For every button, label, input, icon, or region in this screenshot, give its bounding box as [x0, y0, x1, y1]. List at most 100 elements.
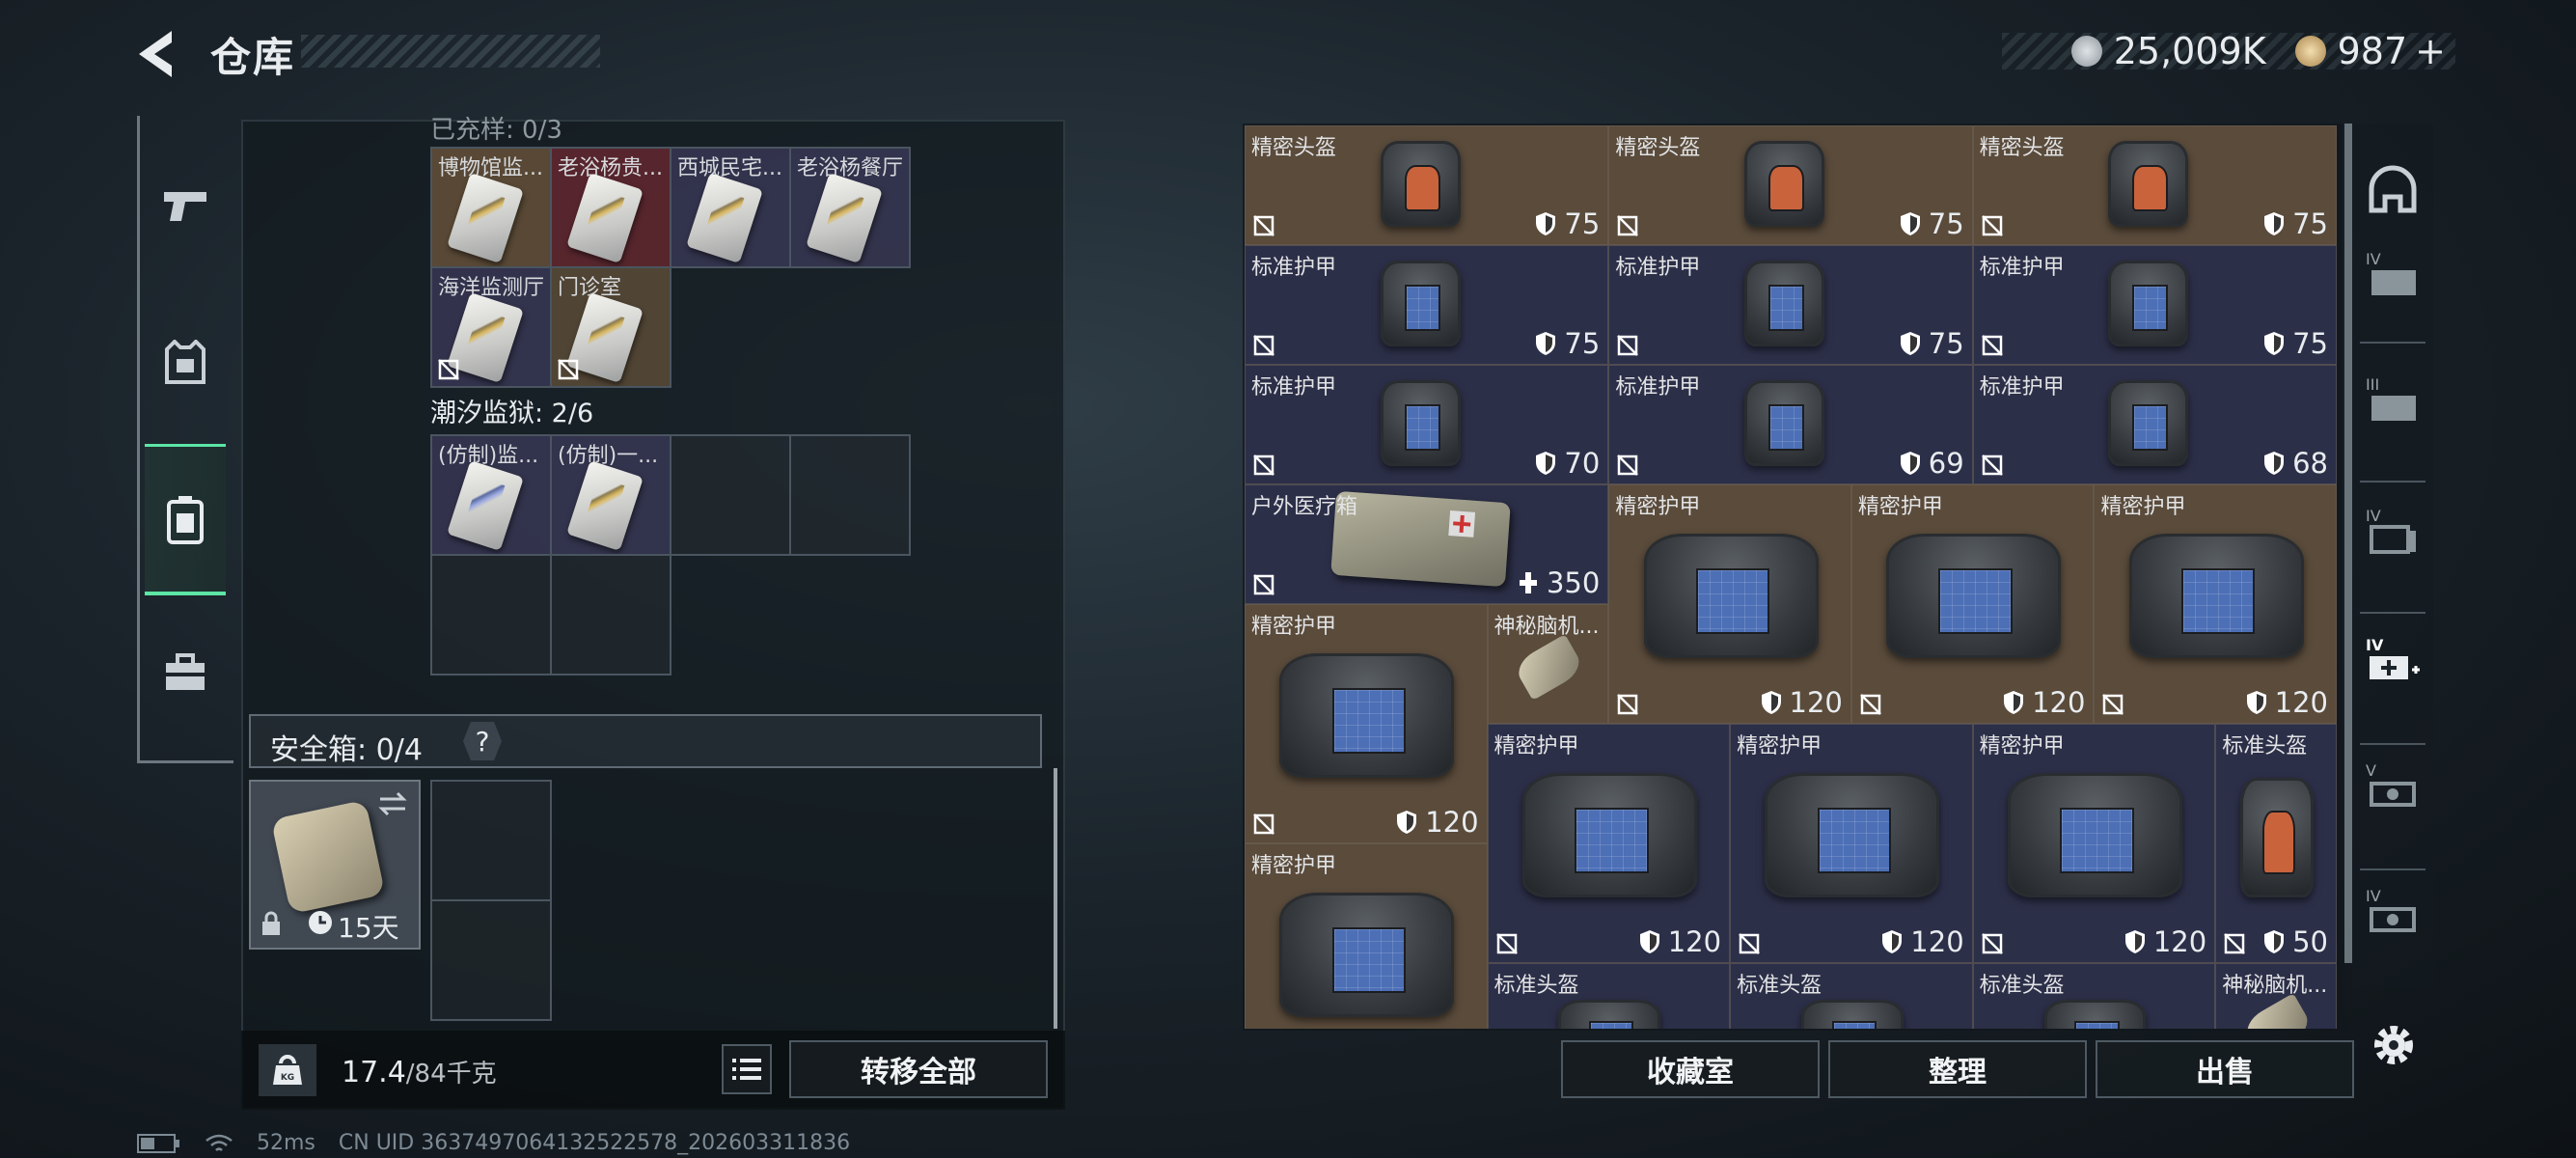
keycard-slot[interactable]: (仿制)一... — [550, 434, 671, 556]
collection-room-button[interactable]: 收藏室 — [1561, 1040, 1820, 1098]
stash-item[interactable]: 精密护甲 120 — [1850, 484, 2095, 724]
armor-tier3-icon[interactable]: III — [2366, 374, 2420, 428]
helmet-image — [1548, 1000, 1671, 1029]
no-drop-icon — [1253, 813, 1274, 835]
item-name: 精密头盔 — [1615, 136, 1701, 160]
durability-value: 120 — [1910, 925, 1964, 958]
tab-weapons[interactable] — [145, 133, 226, 278]
keycard-slot[interactable]: 老浴杨贵... — [550, 147, 671, 268]
durability-value: 75 — [2292, 327, 2328, 360]
item-name: 精密头盔 — [1251, 136, 1337, 160]
settings-gear-icon[interactable] — [2370, 1021, 2418, 1069]
keycard-slot[interactable]: 老浴杨餐厅 — [789, 147, 911, 268]
neuro-device-image — [1512, 634, 1586, 702]
helmet-category-icon[interactable] — [2366, 164, 2420, 218]
stash-item[interactable]: 神秘脑机... — [1487, 604, 1609, 724]
stash-scrollbar[interactable] — [2344, 124, 2352, 963]
stash-item[interactable]: 精密护甲 120 — [1245, 604, 1488, 843]
health-plus-icon — [1519, 572, 1537, 593]
empty-slot[interactable] — [550, 554, 671, 676]
stash-item[interactable]: 标准护甲 75 — [1972, 245, 2337, 365]
add-currency-button[interactable]: + — [2415, 30, 2446, 72]
safebox-slot[interactable] — [430, 899, 552, 1021]
stash-item[interactable]: 标准护甲 70 — [1245, 365, 1609, 484]
tab-tools[interactable] — [145, 600, 226, 745]
safebox-item[interactable]: 15天 — [249, 780, 421, 950]
durability-value: 120 — [1789, 686, 1843, 719]
armor-image — [1372, 260, 1468, 347]
stash-item[interactable]: 标准护甲 68 — [1972, 365, 2337, 484]
keycard-slot[interactable]: 门诊室 — [550, 266, 671, 388]
shield-icon — [1761, 691, 1781, 714]
item-tier5-icon[interactable]: V — [2366, 760, 2420, 814]
stash-item[interactable]: 标准头盔 — [1487, 963, 1731, 1029]
durability-value: 120 — [2274, 686, 2328, 719]
empty-slot[interactable] — [789, 434, 911, 556]
weight-icon-box: KG — [259, 1044, 316, 1096]
sell-button[interactable]: 出售 — [2096, 1040, 2354, 1098]
help-button[interactable]: ? — [463, 722, 502, 760]
stash-item[interactable]: 精密护甲 120 — [1972, 724, 2216, 963]
armor-image — [1736, 260, 1833, 347]
swap-icon[interactable] — [376, 789, 409, 818]
rig-tier4-icon[interactable]: IV — [2366, 506, 2420, 560]
svg-text:IV: IV — [2366, 250, 2381, 268]
shield-icon — [1900, 452, 1920, 475]
item-durability: 70 — [1535, 447, 1600, 480]
medical-tier4-icon[interactable]: IV — [2366, 635, 2420, 689]
stash-item[interactable]: 神秘脑机... — [2215, 963, 2337, 1029]
stash-item[interactable]: 精密护甲 120 — [2094, 484, 2337, 724]
stash-item[interactable]: 精密头盔 75 — [1245, 125, 1609, 245]
item-tier4-icon[interactable]: IV — [2366, 886, 2420, 940]
stash-item[interactable]: 精密头盔 75 — [1972, 125, 2337, 245]
stash-item[interactable]: 精密护甲 120 — [1487, 724, 1731, 963]
vest-icon — [165, 340, 206, 384]
pistol-icon — [164, 192, 206, 221]
keycard-slot[interactable]: (仿制)监... — [430, 434, 552, 556]
item-durability: 350 — [1518, 566, 1600, 599]
no-drop-icon — [1981, 455, 2003, 476]
keycard-slot[interactable]: 海洋监测厅 — [430, 266, 552, 388]
item-durability: 120 — [1761, 686, 1843, 719]
item-name: 户外医疗箱 — [1251, 495, 1358, 519]
stash-item[interactable]: 精密护甲 120 — [1730, 724, 1973, 963]
shield-icon — [2264, 452, 2285, 475]
stash-item[interactable]: 精密护甲 120 — [1608, 484, 1851, 724]
back-arrow-icon[interactable] — [133, 27, 181, 81]
durability-value: 120 — [2032, 686, 2086, 719]
tab-backpack[interactable] — [145, 444, 226, 595]
durability-value: 69 — [1928, 447, 1964, 480]
empty-slot[interactable] — [430, 554, 552, 676]
tab-equipment[interactable] — [145, 290, 226, 434]
stash-item[interactable]: 标准护甲 69 — [1608, 365, 1973, 484]
transfer-all-button[interactable]: 转移全部 — [789, 1040, 1048, 1098]
category-sidebar: IV III IV IV V IV — [2352, 124, 2433, 988]
stash-item[interactable]: 户外医疗箱 350 — [1245, 484, 1609, 604]
page-title: 仓库 — [210, 34, 296, 81]
item-name: 精密护甲 — [1615, 495, 1701, 519]
keycard-label: 老浴杨贵... — [558, 156, 663, 180]
no-drop-icon — [2102, 694, 2124, 715]
stash-item[interactable]: 标准头盔 — [1730, 963, 1973, 1029]
stash-item[interactable]: 标准头盔 50 — [2215, 724, 2337, 963]
stash-item[interactable]: 标准护甲 75 — [1608, 245, 1973, 365]
keycard-slot[interactable]: 博物馆监... — [430, 147, 552, 268]
stash-item[interactable]: 标准头盔 — [1972, 963, 2216, 1029]
no-drop-icon — [1981, 215, 2003, 236]
list-view-button[interactable] — [722, 1044, 772, 1094]
stash-item[interactable]: 精密护甲 — [1245, 843, 1488, 1029]
scrollbar[interactable] — [1054, 768, 1057, 1029]
stash-item[interactable]: 精密头盔 75 — [1608, 125, 1973, 245]
keycard-slot[interactable]: 西城民宅... — [670, 147, 791, 268]
armor-image — [1736, 379, 1833, 467]
no-drop-icon — [1253, 574, 1274, 595]
organize-button[interactable]: 整理 — [1828, 1040, 2087, 1098]
empty-slot[interactable] — [670, 434, 791, 556]
durability-value: 120 — [1667, 925, 1722, 958]
safebox-slot[interactable] — [430, 780, 552, 901]
shield-icon — [1536, 332, 1556, 355]
armor-tier4-icon[interactable]: IV — [2366, 249, 2420, 303]
stash-item[interactable]: 标准护甲 75 — [1245, 245, 1609, 365]
partial-section-header: 已充样: 0/3 — [430, 116, 562, 145]
helmet-image — [1372, 140, 1468, 228]
